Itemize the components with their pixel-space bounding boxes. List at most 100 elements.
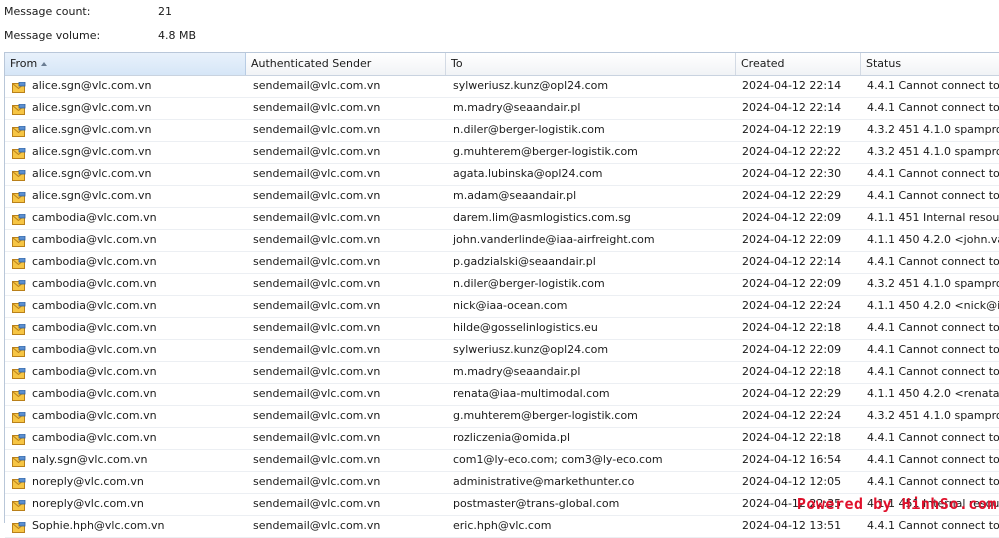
cell-from: cambodia@vlc.com.vn [5, 252, 246, 273]
cell-status: 4.1.1 450 4.2.0 <renata [867, 387, 999, 400]
mail-envelope-icon [12, 190, 26, 203]
cell-from-text: alice.sgn@vlc.com.vn [32, 101, 152, 114]
table-row[interactable]: naly.sgn@vlc.com.vn sendemail@vlc.com.vn c… [5, 450, 999, 472]
table-row[interactable]: cambodia@vlc.com.vn sendemail@vlc.com.vn p… [5, 252, 999, 274]
cell-to: administrative@markethunter.co [453, 475, 635, 488]
cell-from-text: cambodia@vlc.com.vn [32, 211, 157, 224]
message-volume-label: Message volume: [4, 29, 101, 42]
cell-from-text: cambodia@vlc.com.vn [32, 431, 157, 444]
column-header-from-label: From [10, 57, 38, 70]
cell-from-text: alice.sgn@vlc.com.vn [32, 79, 152, 92]
cell-status: 4.4.1 Cannot connect to [867, 167, 999, 180]
cell-status: 4.1.1 450 4.2.0 <john.va [867, 233, 999, 246]
table-row[interactable]: alice.sgn@vlc.com.vn sendemail@vlc.com.vn… [5, 98, 999, 120]
table-row[interactable]: noreply@vlc.com.vn sendemail@vlc.com.vn ad… [5, 472, 999, 494]
cell-status: 4.4.1 Cannot connect to [867, 79, 999, 92]
column-header-created[interactable]: Created [736, 53, 861, 75]
cell-status: 4.3.2 451 4.1.0 spampro [867, 145, 999, 158]
cell-to: darem.lim@asmlogistics.com.sg [453, 211, 631, 224]
cell-from-text: noreply@vlc.com.vn [32, 497, 144, 510]
cell-from: cambodia@vlc.com.vn [5, 384, 246, 405]
cell-from-text: cambodia@vlc.com.vn [32, 277, 157, 290]
column-header-from[interactable]: From [5, 53, 246, 75]
cell-created: 2024-04-12 22:22 [742, 145, 842, 158]
table-row[interactable]: cambodia@vlc.com.vn sendemail@vlc.com.vn d… [5, 208, 999, 230]
cell-created: 2024-04-12 22:18 [742, 321, 842, 334]
table-row[interactable]: cambodia@vlc.com.vn sendemail@vlc.com.vn j… [5, 230, 999, 252]
table-row[interactable]: alice.sgn@vlc.com.vn sendemail@vlc.com.vn… [5, 142, 999, 164]
cell-from-text: cambodia@vlc.com.vn [32, 343, 157, 356]
cell-from-text: alice.sgn@vlc.com.vn [32, 123, 152, 136]
cell-created: 2024-04-12 22:09 [742, 277, 842, 290]
cell-to: postmaster@trans-global.com [453, 497, 620, 510]
table-row[interactable]: cambodia@vlc.com.vn sendemail@vlc.com.vn n… [5, 296, 999, 318]
table-row[interactable]: cambodia@vlc.com.vn sendemail@vlc.com.vn h… [5, 318, 999, 340]
column-header-status-label: Status [866, 57, 902, 70]
cell-status: 4.4.1 Cannot connect to [867, 321, 999, 334]
cell-status: 4.3.2 451 4.1.0 spampro [867, 277, 999, 290]
mail-envelope-icon [12, 410, 26, 423]
mail-envelope-icon [12, 256, 26, 269]
cell-from: alice.sgn@vlc.com.vn [5, 186, 246, 207]
column-header-status[interactable]: Status [861, 53, 999, 75]
cell-from: alice.sgn@vlc.com.vn [5, 76, 246, 97]
cell-from-text: cambodia@vlc.com.vn [32, 409, 157, 422]
table-row[interactable]: Sophie.hph@vlc.com.vn sendemail@vlc.com.v… [5, 516, 999, 538]
mail-envelope-icon [12, 520, 26, 533]
cell-from: alice.sgn@vlc.com.vn [5, 98, 246, 119]
table-row[interactable]: alice.sgn@vlc.com.vn sendemail@vlc.com.vn… [5, 186, 999, 208]
cell-to: n.diler@berger-logistik.com [453, 123, 605, 136]
mail-envelope-icon [12, 322, 26, 335]
table-row[interactable]: alice.sgn@vlc.com.vn sendemail@vlc.com.vn… [5, 164, 999, 186]
cell-to: hilde@gosselinlogistics.eu [453, 321, 598, 334]
cell-created: 2024-04-12 22:14 [742, 79, 842, 92]
cell-status: 4.4.1 Cannot connect to [867, 343, 999, 356]
cell-created: 2024-04-12 22:09 [742, 233, 842, 246]
cell-from: cambodia@vlc.com.vn [5, 362, 246, 383]
cell-created: 2024-04-12 13:51 [742, 519, 842, 532]
mail-envelope-icon [12, 124, 26, 137]
mail-envelope-icon [12, 498, 26, 511]
cell-from-text: alice.sgn@vlc.com.vn [32, 167, 152, 180]
cell-created: 2024-04-12 22:29 [742, 387, 842, 400]
column-header-created-label: Created [741, 57, 785, 70]
mail-envelope-icon [12, 212, 26, 225]
cell-to: n.diler@berger-logistik.com [453, 277, 605, 290]
cell-from: noreply@vlc.com.vn [5, 472, 246, 493]
cell-to: eric.hph@vlc.com [453, 519, 552, 532]
cell-to: p.gadzialski@seaandair.pl [453, 255, 596, 268]
cell-to: sylweriusz.kunz@opl24.com [453, 343, 609, 356]
mail-envelope-icon [12, 300, 26, 313]
cell-created: 2024-04-12 16:54 [742, 453, 842, 466]
message-volume-value: 4.8 MB [158, 29, 197, 42]
table-row[interactable]: cambodia@vlc.com.vn sendemail@vlc.com.vn n… [5, 274, 999, 296]
cell-from: cambodia@vlc.com.vn [5, 318, 246, 339]
cell-created: 2024-04-12 22:19 [742, 123, 842, 136]
cell-from: alice.sgn@vlc.com.vn [5, 164, 246, 185]
mail-envelope-icon [12, 454, 26, 467]
cell-from-text: cambodia@vlc.com.vn [32, 255, 157, 268]
column-header-to[interactable]: To [446, 53, 736, 75]
column-header-authenticated-sender[interactable]: Authenticated Sender [246, 53, 446, 75]
mail-envelope-icon [12, 344, 26, 357]
cell-authenticated-sender: sendemail@vlc.com.vn [253, 299, 381, 312]
table-row[interactable]: cambodia@vlc.com.vn sendemail@vlc.com.vn m… [5, 362, 999, 384]
cell-from-text: alice.sgn@vlc.com.vn [32, 145, 152, 158]
table-row[interactable]: cambodia@vlc.com.vn sendemail@vlc.com.vn r… [5, 384, 999, 406]
cell-authenticated-sender: sendemail@vlc.com.vn [253, 321, 381, 334]
table-row[interactable]: alice.sgn@vlc.com.vn sendemail@vlc.com.vn… [5, 76, 999, 98]
cell-status: 4.1.1 451 Internal resou [867, 211, 999, 224]
cell-from: cambodia@vlc.com.vn [5, 208, 246, 229]
cell-to: renata@iaa-multimodal.com [453, 387, 610, 400]
cell-created: 2024-04-12 22:29 [742, 189, 842, 202]
cell-from: cambodia@vlc.com.vn [5, 296, 246, 317]
mail-envelope-icon [12, 102, 26, 115]
cell-from-text: cambodia@vlc.com.vn [32, 387, 157, 400]
table-row[interactable]: cambodia@vlc.com.vn sendemail@vlc.com.vn r… [5, 428, 999, 450]
table-row[interactable]: cambodia@vlc.com.vn sendemail@vlc.com.vn g… [5, 406, 999, 428]
cell-from-text: Sophie.hph@vlc.com.vn [32, 519, 165, 532]
table-row[interactable]: cambodia@vlc.com.vn sendemail@vlc.com.vn s… [5, 340, 999, 362]
table-row[interactable]: alice.sgn@vlc.com.vn sendemail@vlc.com.vn… [5, 120, 999, 142]
mail-envelope-icon [12, 168, 26, 181]
cell-to: m.madry@seaandair.pl [453, 101, 581, 114]
